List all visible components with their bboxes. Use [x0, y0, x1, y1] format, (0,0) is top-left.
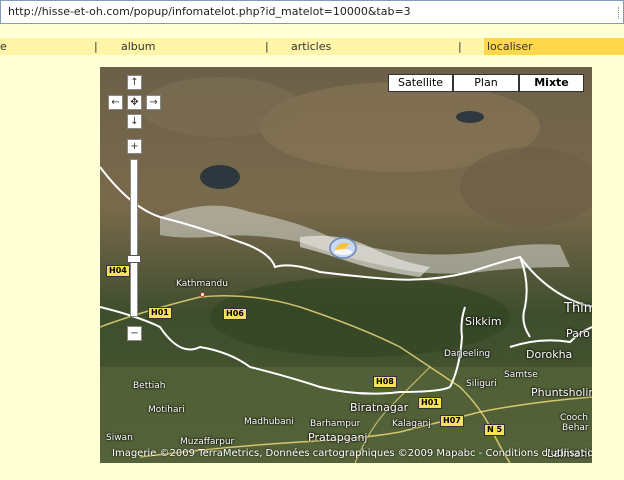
map-type-satellite-button[interactable]: Satellite — [388, 74, 453, 92]
satellite-terrain — [100, 67, 592, 463]
tab-separator: | — [265, 40, 269, 53]
pan-up-button[interactable]: ↑ — [127, 75, 142, 90]
location-marker-icon[interactable] — [328, 234, 358, 260]
place-label: Samtse — [504, 370, 538, 380]
pan-down-button[interactable]: ↓ — [127, 114, 142, 129]
highway-shield: H07 — [440, 415, 464, 427]
highway-shield: H04 — [106, 265, 130, 277]
place-label: Madhubani — [244, 417, 294, 427]
highway-shield: N 5 — [484, 424, 506, 436]
tab-bar: e | album | articles | localiser — [0, 38, 624, 55]
highway-shield: H06 — [223, 308, 247, 320]
zoom-slider-knob[interactable] — [127, 255, 141, 263]
place-label: Pratapganj — [308, 431, 368, 444]
zoom-out-button[interactable]: − — [127, 326, 142, 341]
place-label: Dorokha — [526, 348, 573, 361]
place-label: Barhampur — [310, 419, 361, 429]
satellite-map[interactable]: Satellite Plan Mixte ↑ ← ✥ → ↓ + − H04 H… — [100, 67, 592, 463]
place-label: Siliguri — [466, 379, 497, 389]
map-attribution: Imagerie ©2009 TerraMetrics, Données car… — [112, 448, 592, 459]
url-text[interactable]: http://hisse-et-oh.com/popup/infomatelot… — [8, 5, 411, 18]
map-type-mixte-button[interactable]: Mixte — [519, 74, 584, 92]
map-type-plan-button[interactable]: Plan — [453, 74, 519, 92]
place-label: Kalaganj — [392, 419, 431, 429]
zoom-slider-track[interactable] — [130, 159, 138, 317]
terms-of-use-link[interactable]: Conditions d'utilisation — [485, 448, 592, 459]
place-label: Motihari — [148, 405, 185, 415]
place-label: Phuntsholing — [531, 386, 592, 399]
place-label: Muzaffarpur — [180, 437, 235, 447]
address-bar-grip — [618, 7, 620, 19]
highway-shield: H01 — [148, 307, 172, 319]
highway-shield: H08 — [373, 376, 397, 388]
tab-localiser[interactable]: localiser — [484, 38, 624, 55]
tab-separator: | — [458, 40, 462, 53]
tab-articles[interactable]: articles — [291, 38, 331, 55]
place-label: Sikkim — [465, 315, 502, 328]
tab-separator: | — [94, 40, 98, 53]
attribution-text: Imagerie ©2009 TerraMetrics, Données car… — [112, 448, 483, 459]
tab-profile[interactable]: e — [0, 38, 7, 55]
address-bar[interactable]: http://hisse-et-oh.com/popup/infomatelot… — [0, 0, 624, 24]
tab-album[interactable]: album — [121, 38, 155, 55]
place-label: Behar — [562, 423, 589, 433]
place-label: Siwan — [106, 433, 133, 443]
place-label: Paro — [566, 327, 590, 340]
place-label: Biratnagar — [350, 401, 409, 414]
place-label: Cooch — [560, 413, 588, 423]
pan-left-button[interactable]: ← — [108, 95, 123, 110]
place-label: Kathmandu — [176, 279, 228, 289]
pan-right-button[interactable]: → — [146, 95, 161, 110]
pan-center-button[interactable]: ✥ — [127, 95, 142, 110]
city-dot — [200, 292, 205, 297]
place-label: Darjeeling — [444, 349, 491, 359]
highway-shield: H01 — [418, 397, 442, 409]
place-label: Thim — [564, 301, 592, 316]
place-label: Bettiah — [133, 381, 166, 391]
zoom-in-button[interactable]: + — [127, 139, 142, 154]
